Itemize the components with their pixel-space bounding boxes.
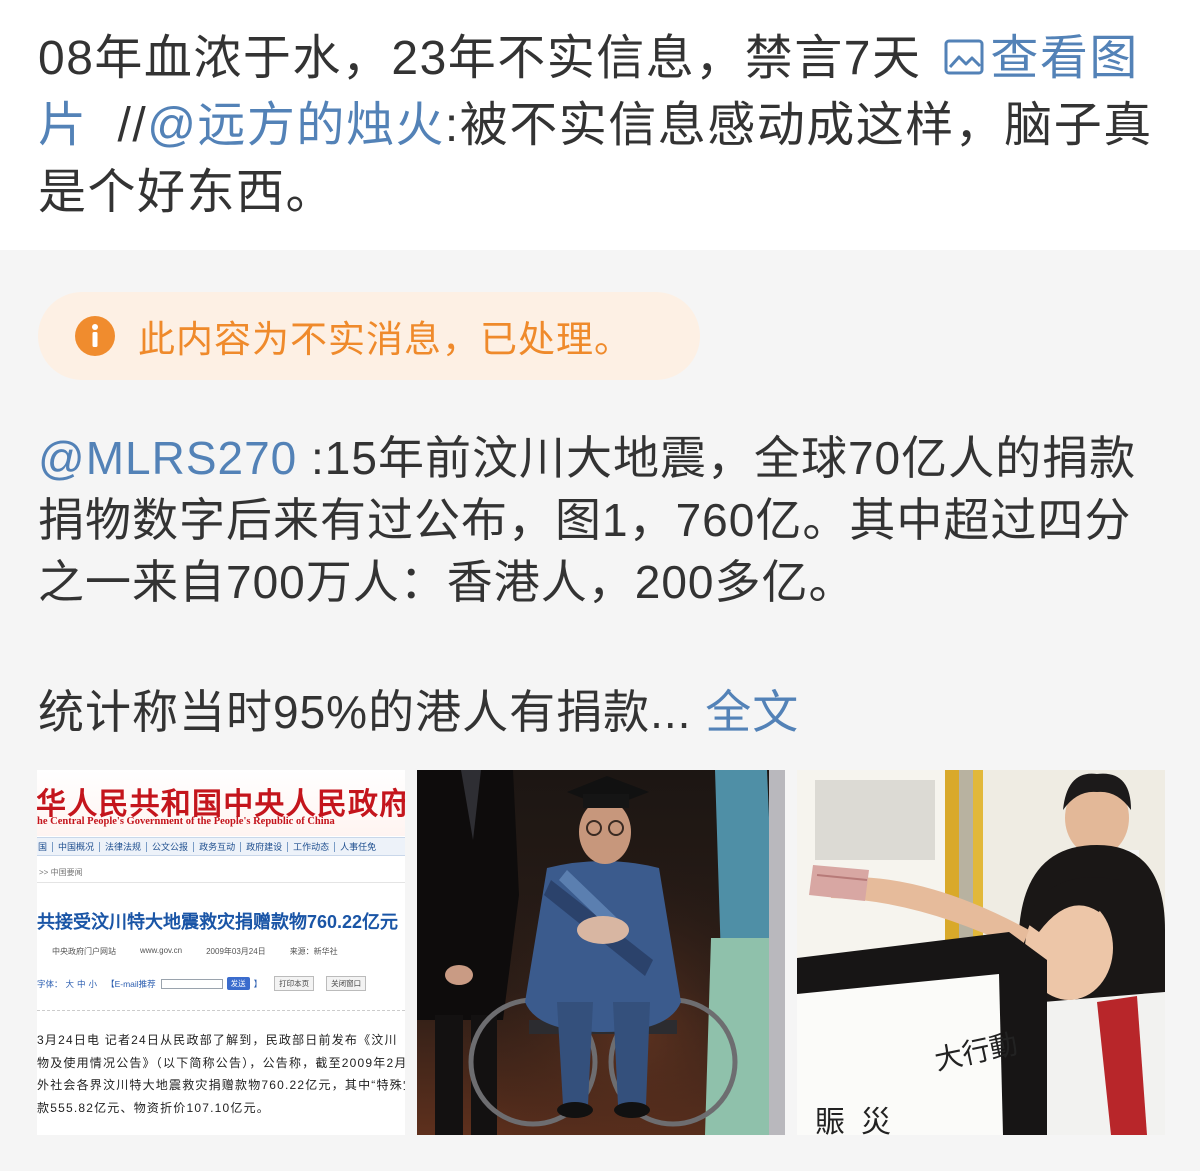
retweet-more-text: 统计称当时95%的港人有捐款...	[38, 686, 692, 738]
gov-body-line: 外社会各界汶川特大地震救灾捐赠款物760.22亿元，其中“特殊党费	[37, 1078, 405, 1093]
image-photo-wheelchair[interactable]	[417, 770, 785, 1135]
gov-meta-source: 来源：新华社	[289, 947, 338, 956]
gov-article-headline: 共接受汶川特大地震救灾捐赠款物760.22亿元	[37, 912, 399, 932]
gray-suit	[769, 770, 785, 1135]
gov-site-header: 华人民共和国中央人民政府 he Central People's Governm…	[37, 770, 405, 836]
comment-text: 08年血浓于水，23年不实信息，禁言7天	[38, 32, 922, 85]
gov-send-button: 发送	[226, 977, 250, 990]
retweet-author-mention[interactable]: @MLRS270	[38, 432, 297, 484]
gov-breadcrumb: >> 中国要闻	[39, 868, 83, 877]
gov-print-button: 打印本页	[274, 976, 315, 991]
gov-meta-site: 中央政府门户网站	[52, 947, 116, 956]
info-icon-dot	[92, 324, 98, 330]
gov-meta-url: www.gov.cn	[140, 946, 183, 955]
window-mesh	[815, 780, 935, 860]
notice-text: 此内容为不实消息，已处理。	[138, 319, 632, 360]
gov-article-body: 3月24日电 记者24日从民政部了解到，民政部日前发布《汶川 物及使用情况公告》…	[37, 1029, 405, 1120]
mortarboard-cap	[583, 794, 629, 808]
gov-nav-item: 政务互动	[193, 841, 240, 852]
shoe	[614, 1102, 650, 1118]
gov-body-line: 3月24日电 记者24日从民政部了解到，民政部日前发布《汶川	[37, 1033, 398, 1047]
bystander-leg	[435, 1015, 463, 1135]
info-icon-stem	[92, 332, 98, 347]
image-icon	[944, 39, 984, 75]
retweet-paragraph: @MLRS270 :15年前汶川大地震，全球70亿人的捐款捐物数字后来有过公布，…	[38, 427, 1148, 613]
gov-nav-item: 法律法规	[99, 841, 146, 852]
gov-font-size-large: 大	[65, 978, 75, 989]
donation-box: 大行動 賑災	[797, 932, 1047, 1135]
gov-font-size-medium: 中	[77, 978, 86, 989]
image-icon-mountain	[949, 55, 982, 69]
money-bills	[809, 865, 869, 901]
head	[579, 800, 631, 864]
image-icon-frame	[944, 39, 984, 75]
gov-email-label: 【E-mail推荐	[106, 978, 156, 989]
image-photo-donation[interactable]: 大行動 賑災	[797, 770, 1165, 1135]
gov-bracket-close: 】	[253, 978, 263, 989]
gov-nav-bar: 国 中国概况 法律法规 公文公报 政务互动 政府建设 工作动态 人事任免	[37, 837, 405, 856]
clasped-hands	[577, 916, 629, 944]
gov-nav-item: 国	[38, 841, 48, 852]
info-icon	[75, 316, 115, 356]
photo-donation-graphic: 大行動 賑災	[797, 770, 1165, 1135]
expand-full-text-link[interactable]: 全文	[705, 686, 799, 738]
teal-dress	[715, 770, 775, 960]
trouser-leg	[557, 1002, 593, 1105]
gov-body-line: 物及使用情况公告》（以下简称公告），公告称，截至2009年2月2	[37, 1055, 405, 1070]
gov-nav-item: 工作动态	[287, 841, 334, 852]
repost-comment-card: 08年血浓于水，23年不实信息，禁言7天 查看图片//@远方的烛火:被不实信息感…	[0, 0, 1200, 250]
gov-font-size-small: 小	[88, 978, 98, 989]
retweeted-post: 此内容为不实消息，已处理。 @MLRS270 :15年前汶川大地震，全球70亿人…	[0, 250, 1200, 1135]
gov-meta-date: 2009年03月24日	[206, 947, 266, 956]
gov-nav-item: 公文公报	[146, 841, 193, 852]
gov-site-subtitle: he Central People's Government of the Pe…	[37, 816, 335, 827]
gov-body-line: 款555.82亿元、物资折价107.10亿元。	[37, 1101, 271, 1116]
image-gov-website-screenshot[interactable]: 华人民共和国中央人民政府 he Central People's Governm…	[37, 770, 405, 1135]
gov-divider-line	[37, 882, 405, 883]
image-grid: 华人民共和国中央人民政府 he Central People's Governm…	[37, 770, 1200, 1135]
gov-divider-dashed	[37, 1010, 405, 1011]
gov-article-tools: 字体： 大 中 小 【E-mail推荐 发送 】 打印本页 关闭窗口	[37, 976, 367, 991]
misinformation-notice: 此内容为不实消息，已处理。	[38, 292, 700, 380]
gov-nav-item: 人事任免	[334, 841, 381, 852]
repost-comment-text: 08年血浓于水，23年不实信息，禁言7天 查看图片//@远方的烛火:被不实信息感…	[38, 25, 1165, 226]
gov-nav-item: 政府建设	[240, 841, 287, 852]
gov-article-meta: 中央政府门户网站 www.gov.cn 2009年03月24日 来源：新华社	[52, 946, 338, 957]
photo-wheelchair-graphic	[417, 770, 785, 1135]
gov-font-label: 字体：	[37, 978, 63, 989]
retweet-paragraph-truncated: 统计称当时95%的港人有捐款... 全文	[38, 681, 1148, 743]
bystanders-right	[705, 770, 785, 1135]
trouser-leg	[613, 1002, 650, 1105]
bystander-hand	[445, 965, 473, 985]
repost-separator: //	[117, 99, 148, 152]
repost-author-mention[interactable]: @远方的烛火	[147, 99, 445, 152]
gov-nav-item: 中国概况	[52, 841, 99, 852]
shoe	[557, 1102, 593, 1118]
gov-close-window-button: 关闭窗口	[326, 976, 367, 991]
gov-email-input	[160, 978, 223, 989]
sign-text-bottom: 賑災	[815, 1106, 907, 1135]
